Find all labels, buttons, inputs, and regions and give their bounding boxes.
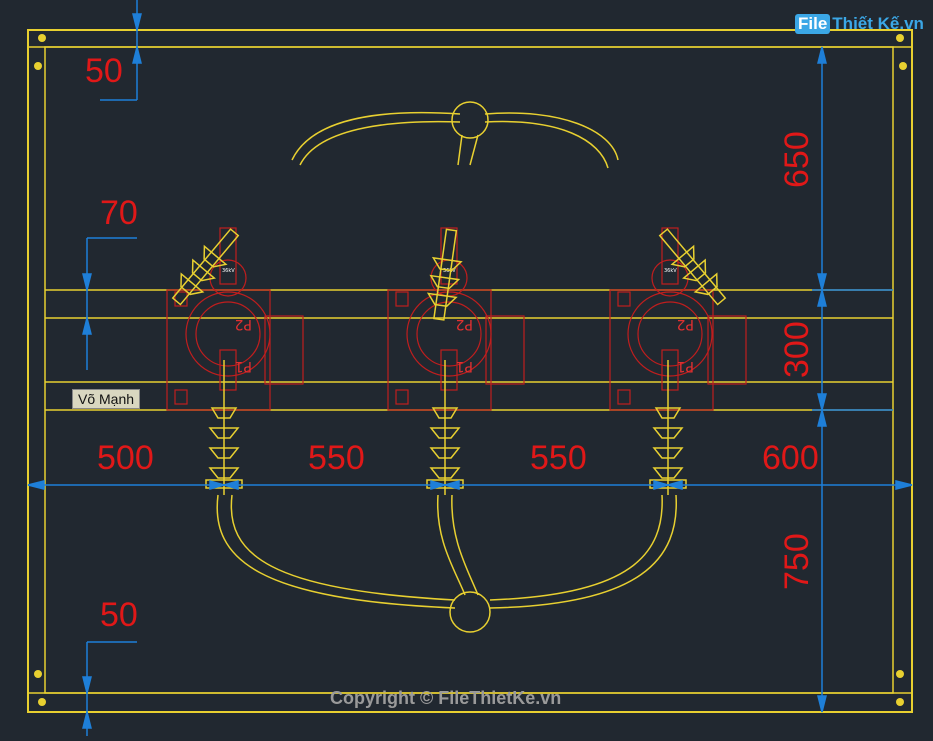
terminal-p2-left: P2 [235,316,252,332]
terminal-p2-right: P2 [677,316,694,332]
device-label-left: 36kV [222,268,235,274]
bottom-loop-conductor [216,494,677,633]
logo-badge: File [795,14,831,34]
insulators-lower [205,360,687,495]
cad-drawing: 36kV 36kV 36kV P2 P1 P2 P1 P2 P1 50 70 5… [27,0,913,736]
dim-spacing-right: 600 [762,439,819,477]
cad-drawing-canvas[interactable]: 36kV 36kV 36kV P2 P1 P2 P1 P2 P1 50 70 5… [0,0,933,736]
dim-top-margin: 50 [85,52,123,90]
dim-height-bottom: 750 [778,533,816,590]
dim-height-top: 650 [778,131,816,188]
dim-bar-offset: 70 [100,194,138,232]
terminal-p1-center: P1 [456,358,473,374]
terminal-p2-center: P2 [456,316,473,332]
dim-spacing-left: 500 [97,439,154,477]
copyright-watermark: Copyright © FileThietKe.vn [330,688,562,708]
logo-tld: .vn [899,14,924,33]
terminal-p1-left: P1 [235,358,252,374]
device-label-right: 36kV [664,268,677,274]
dim-height-mid: 300 [778,321,816,378]
logo-text: Thiết Kế [832,14,900,33]
site-logo[interactable]: File Thiết Kế.vn [795,14,924,34]
terminal-p1-right: P1 [677,358,694,374]
dim-bottom-margin: 50 [100,596,138,634]
dim-spacing-mid2: 550 [530,439,587,477]
dim-spacing-mid1: 550 [308,439,365,477]
user-name-tag: Võ Mạnh [72,389,141,409]
support-bars [45,289,893,411]
top-loop-conductor [291,101,619,169]
